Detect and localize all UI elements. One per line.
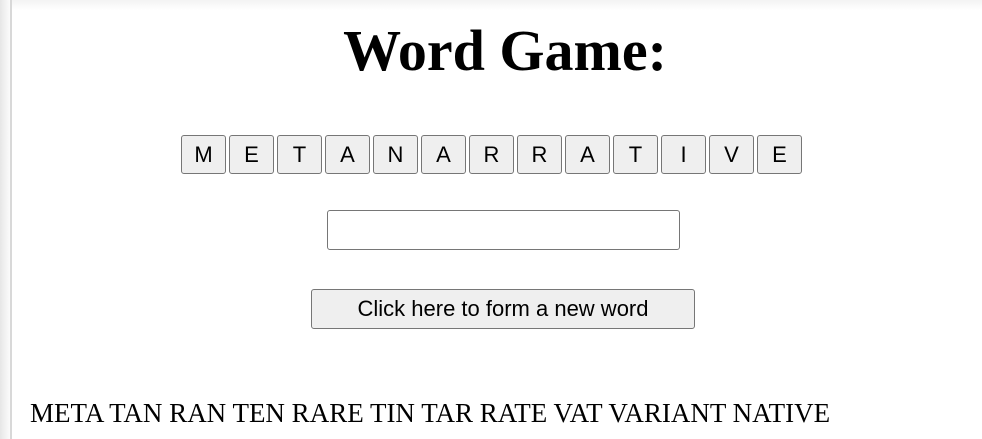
letter-button-v[interactable]: V — [709, 135, 754, 174]
found-words-list: META TAN RAN TEN RARE TIN TAR RATE VAT V… — [30, 398, 831, 428]
letter-button-r[interactable]: R — [469, 135, 514, 174]
letter-button-t[interactable]: T — [277, 135, 322, 174]
page-title: Word Game: — [343, 18, 667, 83]
form-word-button[interactable]: Click here to form a new word — [311, 289, 695, 329]
letter-button-n[interactable]: N — [373, 135, 418, 174]
top-edge — [10, 0, 982, 10]
page-frame: Word Game: M E T A N A R R A T I V E Cli… — [0, 0, 982, 439]
letter-button-m[interactable]: M — [181, 135, 226, 174]
letter-button-e[interactable]: E — [229, 135, 274, 174]
letter-button-a-3[interactable]: A — [565, 135, 610, 174]
letter-button-a[interactable]: A — [325, 135, 370, 174]
word-input[interactable] — [327, 210, 680, 250]
letter-button-a-2[interactable]: A — [421, 135, 466, 174]
letter-button-e-2[interactable]: E — [757, 135, 802, 174]
letter-button-t-2[interactable]: T — [613, 135, 658, 174]
letter-button-i[interactable]: I — [661, 135, 706, 174]
letter-buttons-row: M E T A N A R R A T I V E — [181, 135, 802, 174]
letter-button-r-2[interactable]: R — [517, 135, 562, 174]
